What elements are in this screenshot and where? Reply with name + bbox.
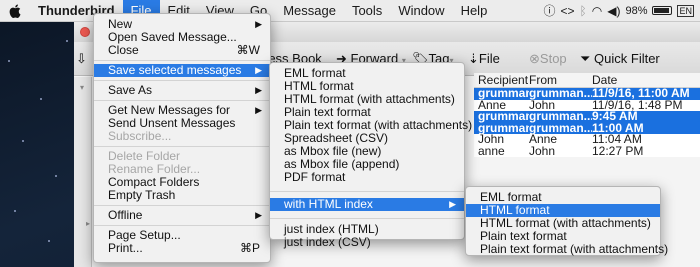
index-format-list: EML format HTML format HTML format (with a… (466, 191, 668, 256)
save-format-list: EML format HTML format HTML format (with a… (270, 67, 472, 184)
cell-date: 11/9/16, 11:00 AM (592, 88, 690, 100)
star (22, 140, 24, 142)
message-row[interactable]: anne John 12:27 PM (474, 145, 700, 157)
save-selected-submenu: EML format HTML format HTML format (with a… (269, 62, 472, 249)
message-list: grumman grumman... 11/9/16, 11:00 AM Anne Jo… (474, 88, 700, 157)
menu-item-empty-trash[interactable]: Empty Trash (94, 189, 270, 202)
menu-item-print[interactable]: Print... ⌘P (94, 242, 270, 255)
menu-item-save-as[interactable]: Save As ▶ (94, 84, 270, 97)
stop-icon: ⊗ (529, 51, 540, 66)
menu-item-just-index-csv[interactable]: just index (CSV) (270, 236, 464, 249)
filter-icon: ⏷ (580, 51, 591, 66)
disclosure-triangle-icon[interactable]: ▸ (86, 219, 90, 228)
folder-pane: ▾ ▸ (74, 77, 92, 267)
message-row[interactable]: Anne John 11/9/16, 1:48 PM (474, 99, 700, 111)
cell-date: 11:04 AM (592, 134, 642, 146)
star (48, 240, 50, 242)
menu-separator (94, 225, 270, 226)
get-messages-icon[interactable]: ⇩ (76, 51, 87, 67)
cell-recipient: John (478, 134, 505, 146)
star (14, 210, 16, 212)
cell-from: grumman... (529, 88, 592, 100)
menu-item-subscribe[interactable]: Subscribe... (94, 130, 270, 143)
cell-from: Anne (529, 134, 558, 146)
cell-recipient: grumman (478, 122, 529, 134)
column-from[interactable]: From (529, 73, 592, 87)
menu-item-with-html-index[interactable]: with HTML index ▶ (270, 198, 464, 211)
cell-from: John (529, 145, 556, 157)
menu-separator (94, 205, 270, 206)
code-arrows-icon[interactable]: <> (561, 4, 575, 18)
menu-separator (94, 100, 270, 101)
shortcut-label: ⌘P (239, 241, 260, 255)
star (8, 60, 10, 62)
star (55, 175, 57, 177)
html-index-submenu: EML format HTML format HTML format (with a… (465, 186, 668, 256)
input-source-label[interactable]: EN (677, 4, 694, 17)
info-icon[interactable]: ⓘ (544, 2, 556, 19)
message-row[interactable]: grumman grumman... 11/9/16, 11:00 AM (474, 88, 700, 100)
cell-date: 11:00 AM (592, 122, 644, 134)
battery-percent: 98% (625, 4, 648, 17)
file-label: File (478, 51, 500, 66)
menu-item-index-format[interactable]: Plain text format (with attachments) (466, 243, 668, 256)
stop-label: Stop (539, 51, 567, 66)
file-menu: New ▶ Open Saved Message... Close ⌘W Save … (93, 13, 271, 263)
star (66, 40, 68, 42)
close-window-button[interactable] (80, 27, 90, 37)
submenu-arrow-icon: ▶ (255, 19, 262, 29)
message-row[interactable]: grumman grumman... 11:00 AM (474, 122, 700, 134)
message-row[interactable]: John Anne 11:04 AM (474, 134, 700, 146)
disclosure-triangle-icon[interactable]: ▾ (80, 83, 84, 92)
message-row[interactable]: grumman grumman... 9:45 AM (474, 111, 700, 123)
cell-from: grumman... (529, 122, 592, 134)
cell-date: 9:45 AM (592, 111, 638, 123)
status-area: ⓘ <> ᛒ ◠ ◀) 98% EN (544, 2, 700, 19)
thread-pane-header: Recipient From Date (474, 73, 700, 88)
star (40, 98, 42, 100)
menubar-window[interactable]: Window (390, 0, 452, 22)
stop-button[interactable]: ⊗Stop (529, 51, 567, 67)
menu-item-save-selected-messages[interactable]: Save selected messages ▶ (94, 64, 270, 77)
cell-from: John (529, 99, 556, 111)
menu-separator (94, 80, 270, 81)
menu-item-save-format[interactable]: PDF format (270, 171, 464, 184)
submenu-arrow-icon: ▶ (255, 210, 262, 220)
volume-icon[interactable]: ◀) (607, 4, 620, 18)
cell-date: 11/9/16, 1:48 PM (592, 99, 683, 111)
submenu-arrow-icon: ▶ (255, 105, 262, 115)
cell-recipient: Anne (478, 99, 507, 111)
submenu-arrow-icon: ▶ (255, 85, 262, 95)
cell-date: 12:27 PM (592, 145, 644, 157)
cell-from: grumman... (529, 111, 592, 123)
quick-filter-label: Quick Filter (594, 51, 660, 66)
menu-separator (94, 60, 270, 61)
file-arrow-icon: ⇣ (468, 51, 479, 66)
menubar-help[interactable]: Help (453, 0, 496, 22)
menu-item-offline[interactable]: Offline ▶ (94, 209, 270, 222)
column-date[interactable]: Date (592, 73, 700, 87)
menu-separator (270, 191, 464, 192)
menubar-message[interactable]: Message (275, 0, 344, 22)
menu-item-close[interactable]: Close ⌘W (94, 44, 270, 57)
apple-icon[interactable] (0, 0, 30, 22)
bluetooth-icon[interactable]: ᛒ (580, 4, 587, 18)
menubar-tools[interactable]: Tools (344, 0, 390, 22)
file-button[interactable]: ⇣File (468, 51, 500, 67)
menu-separator (270, 218, 464, 219)
cell-recipient: anne (478, 145, 505, 157)
menu-separator (94, 146, 270, 147)
column-recipient[interactable]: Recipient (474, 73, 529, 87)
submenu-arrow-icon: ▶ (449, 199, 456, 209)
cell-recipient: grumman (478, 88, 529, 100)
wifi-icon[interactable]: ◠ (592, 4, 602, 18)
quick-filter-button[interactable]: ⏷ Quick Filter (580, 51, 660, 67)
cell-recipient: grumman (478, 111, 529, 123)
shortcut-label: ⌘W (236, 43, 260, 57)
battery-icon[interactable] (652, 6, 673, 15)
submenu-arrow-icon: ▶ (255, 65, 262, 75)
